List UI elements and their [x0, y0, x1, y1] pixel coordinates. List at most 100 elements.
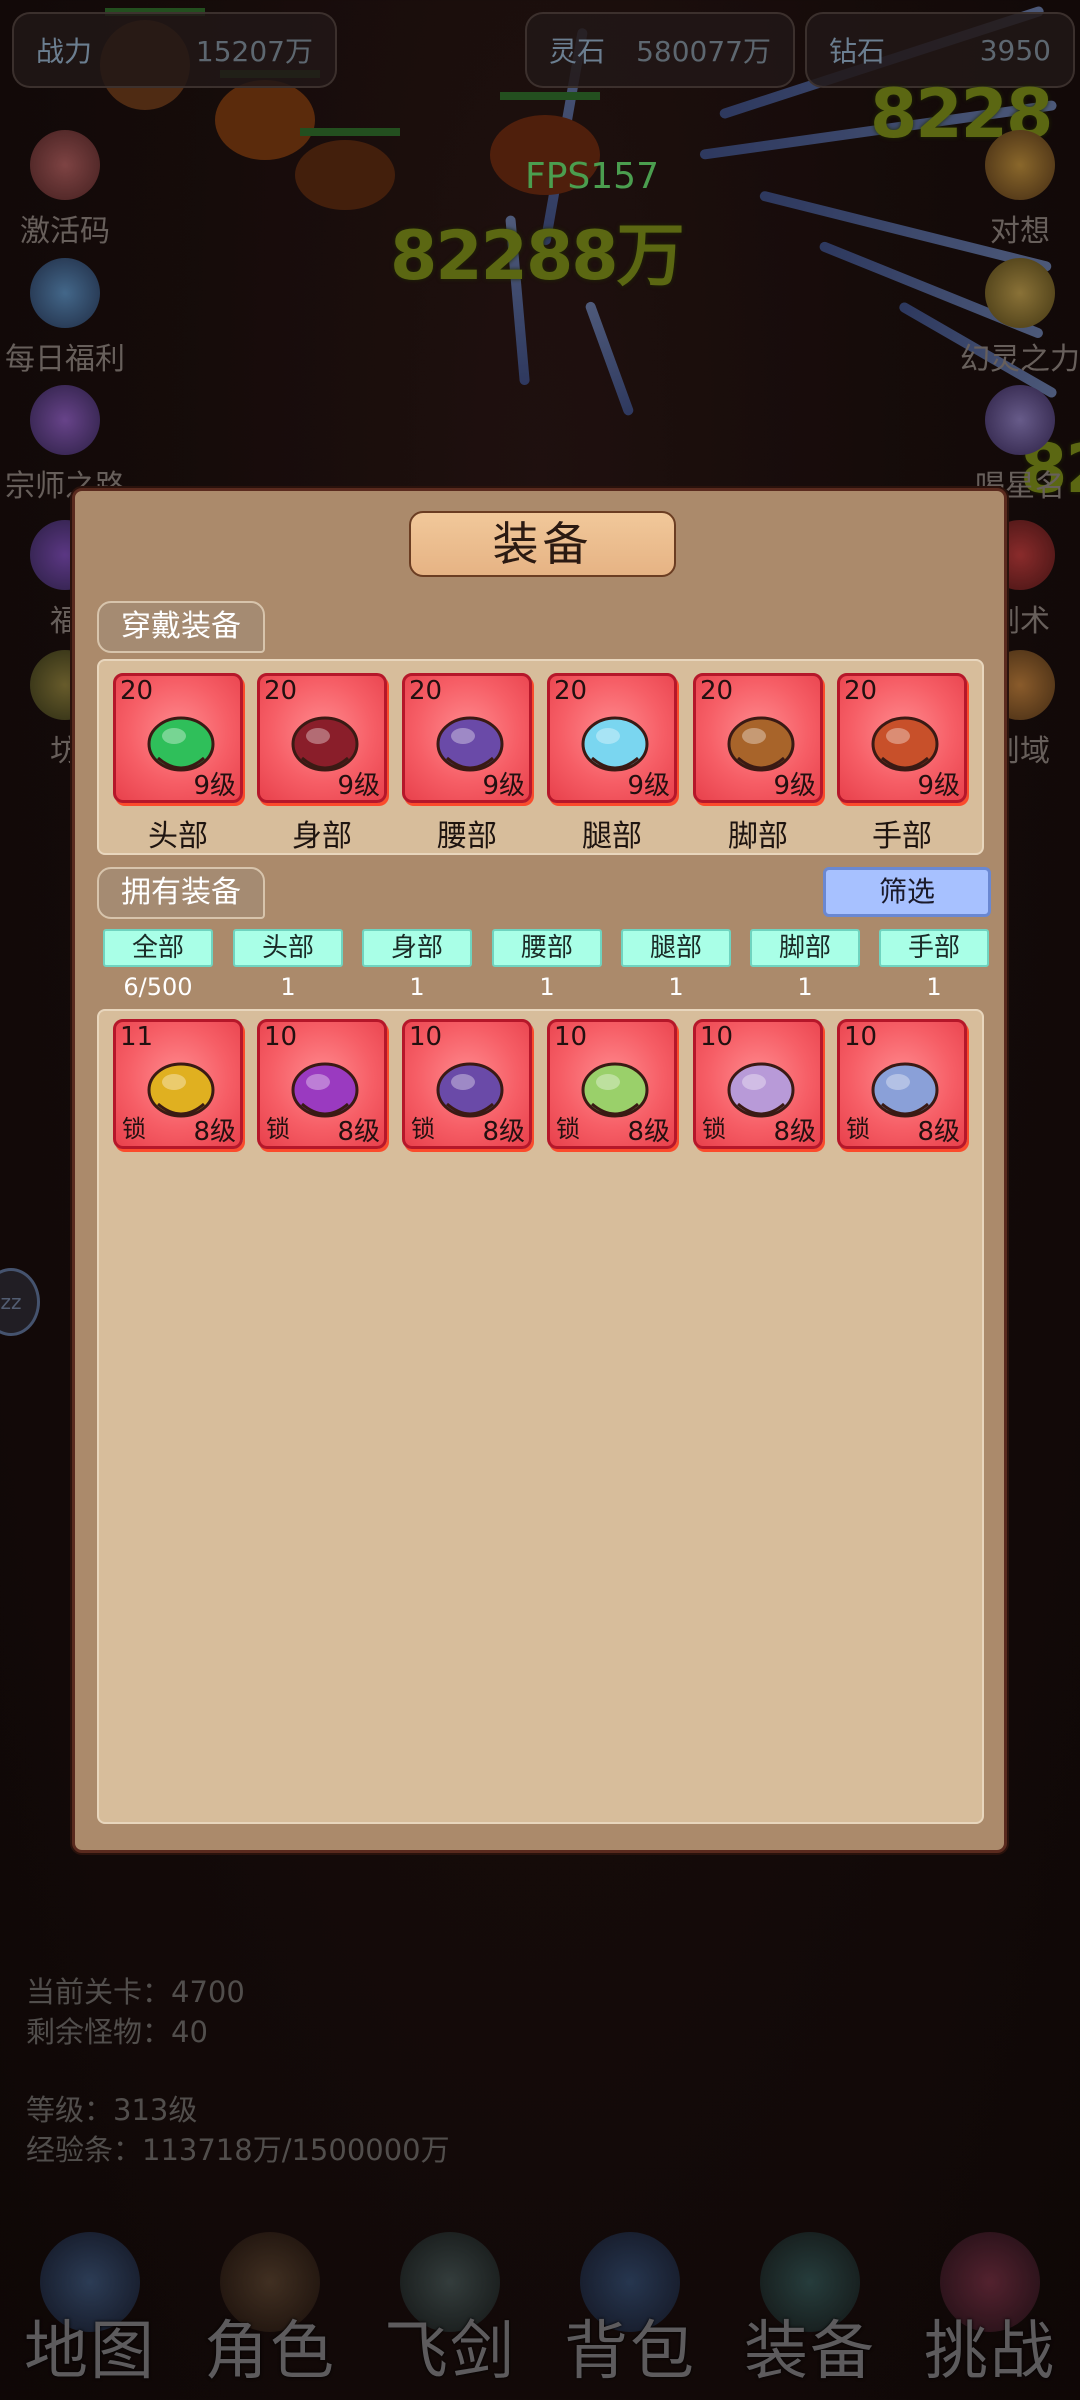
spirit-stone-label: 灵石 — [549, 35, 606, 68]
power-label: 战力 — [36, 35, 93, 68]
worn-equipment-slot[interactable]: 20 9级 — [837, 673, 967, 803]
worn-equipment-panel: 20 9级头部 20 9级身部 20 9级腰部 20 9级腿部 20 9级脚部 20 9级手部 — [97, 659, 984, 855]
lock-label[interactable]: 锁 — [556, 1109, 580, 1144]
category-tab[interactable]: 全部 — [103, 929, 213, 967]
owned-equipment-slot[interactable]: 10 锁 8级 — [547, 1019, 677, 1149]
item-grade: 8级 — [482, 1117, 525, 1147]
nav-backpack-label: 背包 — [564, 2315, 696, 2389]
worn-equipment-slot[interactable]: 20 9级 — [693, 673, 823, 803]
category-tab[interactable]: 脚部 — [750, 929, 860, 967]
monster — [295, 140, 395, 210]
diamond-label: 钻石 — [829, 35, 886, 68]
item-grade: 8级 — [917, 1117, 960, 1147]
nav-challenge-label: 挑战 — [924, 2315, 1056, 2389]
item-grade: 8级 — [773, 1117, 816, 1147]
diamond-value: 3950 — [979, 33, 1051, 67]
category-tab[interactable]: 腿部 — [621, 929, 731, 967]
star-button[interactable]: 喝星名 — [945, 385, 1080, 505]
item-grade: 8级 — [627, 1117, 670, 1147]
nav-character[interactable]: 角色 — [185, 2220, 355, 2400]
orb-icon — [985, 130, 1055, 200]
owned-equipment-slot[interactable]: 10 锁 8级 — [837, 1019, 967, 1149]
nav-backpack[interactable]: 背包 — [545, 2220, 715, 2400]
nav-map-label: 地图 — [24, 2315, 156, 2389]
fps-counter: FPS157 — [525, 156, 659, 197]
item-grade: 9级 — [627, 771, 670, 801]
owned-equipment-slot[interactable]: 11 锁 8级 — [113, 1019, 243, 1149]
daily-welfare-label: 每日福利 — [5, 342, 125, 377]
worn-equipment-slot[interactable]: 20 9级 — [402, 673, 532, 803]
category-count: 1 — [409, 973, 425, 1001]
slot-label: 腰部 — [437, 819, 497, 854]
slot-label: 腿部 — [582, 819, 642, 854]
power-stat: 战力 15207万 — [12, 12, 337, 88]
category-tab[interactable]: 手部 — [879, 929, 989, 967]
nav-character-label: 角色 — [204, 2315, 336, 2389]
worn-equipment-slot[interactable]: 20 9级 — [113, 673, 243, 803]
item-grade: 9级 — [337, 771, 380, 801]
right-icon-label: 对想 — [990, 214, 1050, 249]
lantern-icon — [985, 258, 1055, 328]
owned-equipment-tab: 拥有装备 — [97, 867, 265, 919]
lock-label[interactable]: 锁 — [122, 1109, 146, 1144]
activation-code-label: 激活码 — [20, 214, 110, 249]
category-tab[interactable]: 腰部 — [492, 929, 602, 967]
activation-code-button[interactable]: 激活码 — [0, 130, 140, 250]
owned-equipment-panel: 11 锁 8级 10 锁 8级 10 锁 8级 10 锁 8级 10 锁 8级 10 锁 8级 — [97, 1009, 984, 1824]
scroll-icon — [30, 385, 100, 455]
daily-welfare-button[interactable]: 每日福利 — [0, 258, 140, 378]
lock-label[interactable]: 锁 — [702, 1109, 726, 1144]
spirit-stone-stat: 灵石 580077万 — [525, 12, 795, 88]
damage-number: 82288万 — [390, 217, 685, 296]
bag-icon — [30, 258, 100, 328]
phantom-power-label: 幻灵之力 — [960, 342, 1080, 377]
slot-label: 身部 — [292, 819, 352, 854]
bottom-nav: 地图 角色 飞剑 背包 装备 挑战 — [0, 2220, 1080, 2400]
right-icon-button[interactable]: 对想 — [945, 130, 1080, 250]
power-value: 15207万 — [195, 35, 313, 68]
filter-button[interactable]: 筛选 — [823, 867, 991, 917]
monster-hp-bar — [500, 92, 600, 100]
lock-label[interactable]: 锁 — [266, 1109, 290, 1144]
gift-icon — [30, 130, 100, 200]
category-tab[interactable]: 头部 — [233, 929, 343, 967]
owned-equipment-slot[interactable]: 10 锁 8级 — [693, 1019, 823, 1149]
item-grade: 9级 — [917, 771, 960, 801]
star-icon — [985, 385, 1055, 455]
spirit-stone-value: 580077万 — [636, 35, 771, 68]
slot-label: 头部 — [148, 819, 208, 854]
nav-flying-sword[interactable]: 飞剑 — [365, 2220, 535, 2400]
category-tab[interactable]: 身部 — [362, 929, 472, 967]
monster — [215, 80, 315, 160]
current-stage-text: 当前关卡：4700 — [26, 1975, 245, 2009]
nav-challenge[interactable]: 挑战 — [905, 2220, 1075, 2400]
modal-title: 装备 — [409, 511, 676, 577]
nav-map[interactable]: 地图 — [5, 2220, 175, 2400]
slot-label: 脚部 — [728, 819, 788, 854]
category-count: 1 — [668, 973, 684, 1001]
equipment-modal: 装备 穿戴装备 20 9级 头部 20 9级 身部 20 9级 腰部 20 9级 腿部 20 9级 脚部 20… — [72, 488, 1007, 1853]
category-count: 1 — [926, 973, 942, 1001]
slot-label: 手部 — [872, 819, 932, 854]
nav-equipment-label: 装备 — [744, 2315, 876, 2389]
item-grade: 8级 — [337, 1117, 380, 1147]
remaining-monsters-text: 剩余怪物：40 — [26, 2015, 208, 2049]
item-grade: 9级 — [482, 771, 525, 801]
phantom-power-button[interactable]: 幻灵之力 — [945, 258, 1080, 378]
chat-bubble-button[interactable]: zz — [0, 1268, 40, 1336]
owned-equipment-slot[interactable]: 10 锁 8级 — [402, 1019, 532, 1149]
lock-label[interactable]: 锁 — [411, 1109, 435, 1144]
item-grade: 9级 — [193, 771, 236, 801]
nav-flying-sword-label: 飞剑 — [384, 2315, 516, 2389]
category-count: 1 — [539, 973, 555, 1001]
worn-equipment-slot[interactable]: 20 9级 — [547, 673, 677, 803]
master-road-button[interactable]: 宗师之路 — [0, 385, 140, 505]
owned-equipment-slot[interactable]: 10 锁 8级 — [257, 1019, 387, 1149]
monster-hp-bar — [300, 128, 400, 136]
player-level-text: 等级：313级 — [26, 2093, 198, 2127]
worn-equipment-slot[interactable]: 20 9级 — [257, 673, 387, 803]
lock-label[interactable]: 锁 — [846, 1109, 870, 1144]
category-count: 1 — [280, 973, 296, 1001]
category-count: 6/500 — [123, 973, 193, 1001]
nav-equipment[interactable]: 装备 — [725, 2220, 895, 2400]
